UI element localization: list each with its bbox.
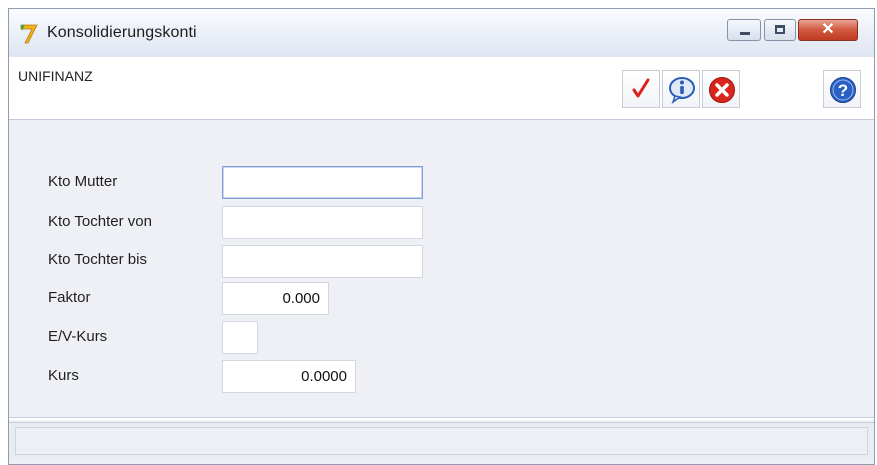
label-kto-mutter: Kto Mutter [48,173,118,190]
app-logo-icon [19,23,39,45]
status-bar [9,422,874,459]
label-kurs: Kurs [48,367,79,384]
ev-kurs-input[interactable] [222,321,258,354]
help-icon: ? [830,77,856,103]
label-kto-tochter-von: Kto Tochter von [48,213,152,230]
label-ev-kurs: E/V-Kurs [48,328,108,345]
label-faktor: Faktor [48,289,91,306]
close-icon: ✕ [821,21,835,38]
window-title: Konsolidierungskonti [47,24,197,41]
label-kto-tochter-bis: Kto Tochter bis [48,251,147,268]
company-name: UNIFINANZ [18,68,93,84]
toolbar: UNIFINANZ ? [9,57,874,120]
help-button[interactable]: ? [823,70,861,108]
kto-tochter-von-input[interactable] [222,206,423,239]
confirm-button[interactable] [622,70,660,108]
checkmark-icon [632,78,650,98]
status-bar-cell [15,427,868,455]
kto-mutter-input[interactable] [222,166,423,199]
minimize-button[interactable] [727,19,761,41]
info-icon [669,77,695,104]
divider [9,417,874,420]
svg-text:?: ? [838,81,848,100]
maximize-button[interactable] [764,19,796,41]
faktor-input[interactable]: 0.000 [222,282,329,315]
konsolidierungskonti-window: Konsolidierungskonti ✕ UNIFINANZ ? Kto M… [8,8,875,465]
close-window-button[interactable]: ✕ [798,19,858,41]
cancel-button[interactable] [702,70,740,108]
info-button[interactable] [662,70,700,108]
kurs-input[interactable]: 0.0000 [222,360,356,393]
kto-tochter-bis-input[interactable] [222,245,423,278]
minimize-icon [740,32,750,35]
form-area: Kto Mutter Kto Tochter von Kto Tochter b… [9,120,874,414]
cancel-icon [709,77,735,103]
maximize-icon [775,25,785,34]
title-bar[interactable]: Konsolidierungskonti ✕ [9,9,874,58]
